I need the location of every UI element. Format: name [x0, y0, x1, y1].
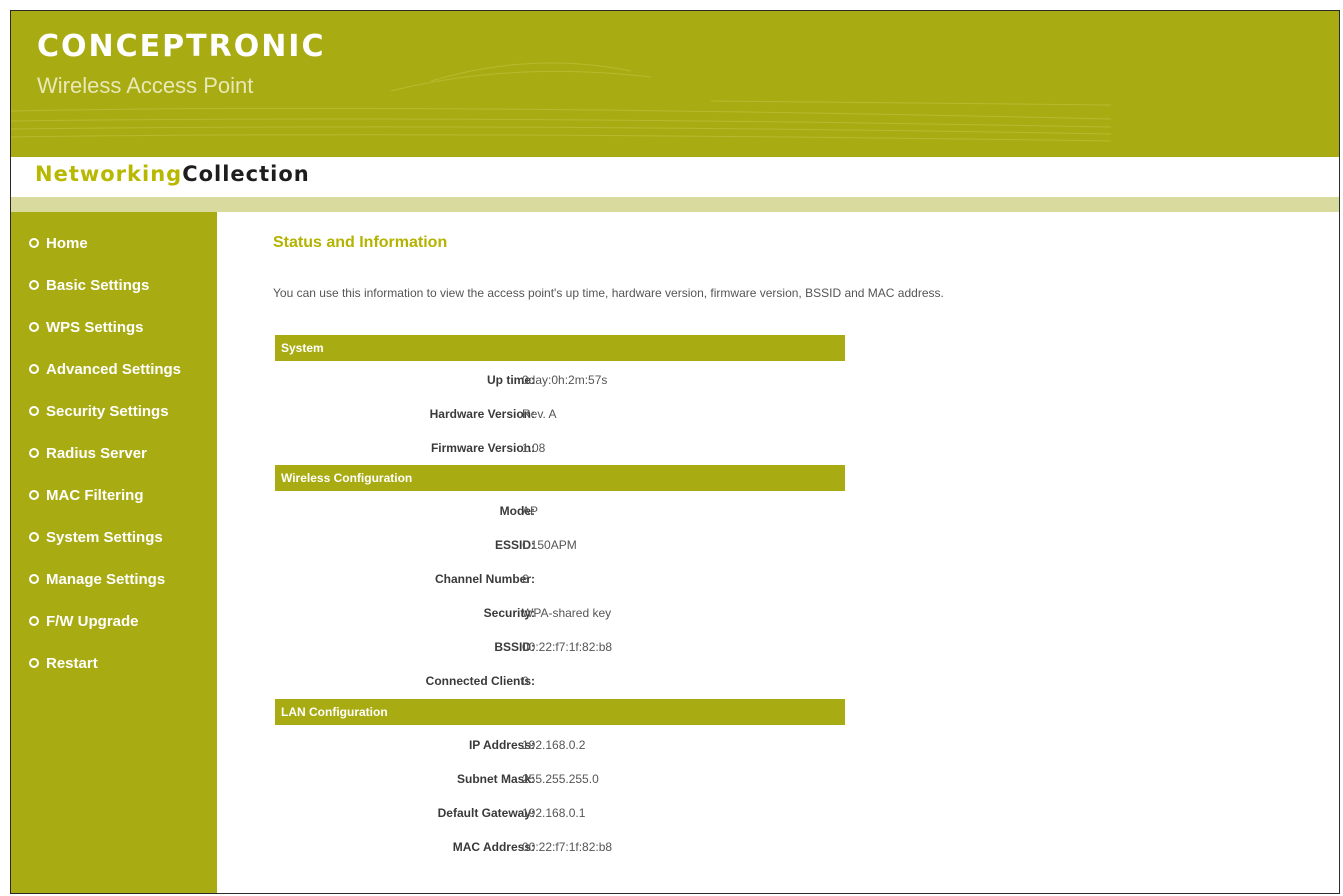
nav-item-security-settings[interactable]: Security Settings	[29, 400, 169, 422]
bullet-icon	[29, 238, 39, 248]
info-label: Firmware Version:	[430, 441, 535, 455]
info-value: 1.08	[522, 441, 546, 455]
info-label: Channel Number:	[434, 572, 535, 586]
info-row: IP Address: 192.168.0.2	[275, 738, 875, 756]
nav-label: Manage Settings	[46, 570, 166, 588]
brand-logo: CONCEPTRONIC	[37, 29, 326, 64]
info-value: C150APM	[522, 538, 577, 552]
info-row: Hardware Version: Rev. A	[275, 407, 875, 425]
nav-item-radius-server[interactable]: Radius Server	[29, 442, 147, 464]
header-banner: CONCEPTRONIC Wireless Access Point	[11, 11, 1339, 157]
bullet-icon	[29, 490, 39, 500]
info-value: 0	[522, 674, 529, 688]
nav-item-mac-filtering[interactable]: MAC Filtering	[29, 484, 144, 506]
collection-part1: Networking	[35, 162, 183, 186]
info-row: Channel Number: 6	[275, 572, 875, 590]
nav-label: Basic Settings	[46, 276, 150, 294]
info-row: Connected Clients: 0	[275, 674, 875, 692]
page-title: Status and Information	[273, 234, 448, 251]
info-value: AP	[522, 504, 539, 518]
info-value: 255.255.255.0	[522, 772, 599, 786]
main-content: Status and Information You can use this …	[217, 212, 1339, 893]
info-row: Firmware Version: 1.08	[275, 441, 875, 459]
nav-item-wps-settings[interactable]: WPS Settings	[29, 316, 144, 338]
info-label: IP Address:	[468, 738, 535, 752]
intro-text: You can use this information to view the…	[273, 286, 944, 300]
nav-item-home[interactable]: Home	[29, 232, 88, 254]
collection-part2: Collection	[182, 162, 310, 186]
info-value: Rev. A	[522, 407, 557, 421]
info-row: ESSID: C150APM	[275, 538, 875, 556]
bullet-icon	[29, 406, 39, 416]
collection-bar: NetworkingCollection	[11, 157, 1339, 197]
bullet-icon	[29, 280, 39, 290]
sidebar: Home Basic Settings WPS Settings Advance…	[11, 212, 217, 893]
bullet-icon	[29, 616, 39, 626]
nav-label: Radius Server	[46, 444, 147, 462]
info-label: MAC Address:	[452, 840, 535, 854]
info-row: Security: WPA-shared key	[275, 606, 875, 624]
info-label: Hardware Version:	[429, 407, 535, 421]
nav-item-basic-settings[interactable]: Basic Settings	[29, 274, 149, 296]
header-band	[11, 197, 1339, 212]
nav-item-system-settings[interactable]: System Settings	[29, 526, 163, 548]
nav-label: System Settings	[46, 528, 163, 546]
bullet-icon	[29, 322, 39, 332]
info-label: BSSID:	[494, 640, 535, 654]
nav-item-restart[interactable]: Restart	[29, 652, 98, 674]
nav-item-manage-settings[interactable]: Manage Settings	[29, 568, 165, 590]
bullet-icon	[29, 364, 39, 374]
info-label: Up time:	[487, 373, 535, 387]
nav-label: WPS Settings	[46, 318, 144, 336]
nav-label: Restart	[46, 654, 98, 672]
bullet-icon	[29, 574, 39, 584]
section-header-wireless: Wireless Configuration	[275, 465, 845, 491]
info-row: BSSID: 00:22:f7:1f:82:b8	[275, 640, 875, 658]
bullet-icon	[29, 448, 39, 458]
info-label: Security:	[483, 606, 535, 620]
info-label: Default Gateway:	[437, 806, 535, 820]
info-row: MAC Address: 00:22:f7:1f:82:b8	[275, 840, 875, 858]
nav-item-advanced-settings[interactable]: Advanced Settings	[29, 358, 181, 380]
info-value: 6	[522, 572, 529, 586]
info-row: Default Gateway: 192.168.0.1	[275, 806, 875, 824]
product-subtitle: Wireless Access Point	[37, 73, 254, 98]
info-row: Mode: AP	[275, 504, 875, 522]
info-value: 192.168.0.1	[522, 806, 586, 820]
info-value: 00:22:f7:1f:82:b8	[522, 640, 613, 654]
nav-item-fw-upgrade[interactable]: F/W Upgrade	[29, 610, 139, 632]
info-label: Subnet Mask:	[456, 772, 535, 786]
info-value: WPA-shared key	[522, 606, 612, 620]
info-row: Up time: 0day:0h:2m:57s	[275, 373, 875, 391]
section-header-lan: LAN Configuration	[275, 699, 845, 725]
info-label: ESSID:	[494, 538, 535, 552]
browser-frame: CONCEPTRONIC Wireless Access Point Netwo…	[10, 10, 1340, 894]
collection-title: NetworkingCollection	[35, 162, 310, 186]
info-value: 192.168.0.2	[522, 738, 586, 752]
section-header-system: System	[275, 335, 845, 361]
info-row: Subnet Mask: 255.255.255.0	[275, 772, 875, 790]
bullet-icon	[29, 658, 39, 668]
nav-label: Advanced Settings	[46, 360, 182, 378]
nav-label: Home	[46, 234, 88, 252]
info-label: Connected Clients:	[425, 674, 535, 688]
info-value: 0day:0h:2m:57s	[522, 373, 608, 387]
info-value: 00:22:f7:1f:82:b8	[522, 840, 613, 854]
bullet-icon	[29, 532, 39, 542]
nav-label: F/W Upgrade	[46, 612, 139, 630]
nav-label: Security Settings	[46, 402, 169, 420]
info-label: Mode:	[499, 504, 535, 518]
nav-label: MAC Filtering	[46, 486, 144, 504]
